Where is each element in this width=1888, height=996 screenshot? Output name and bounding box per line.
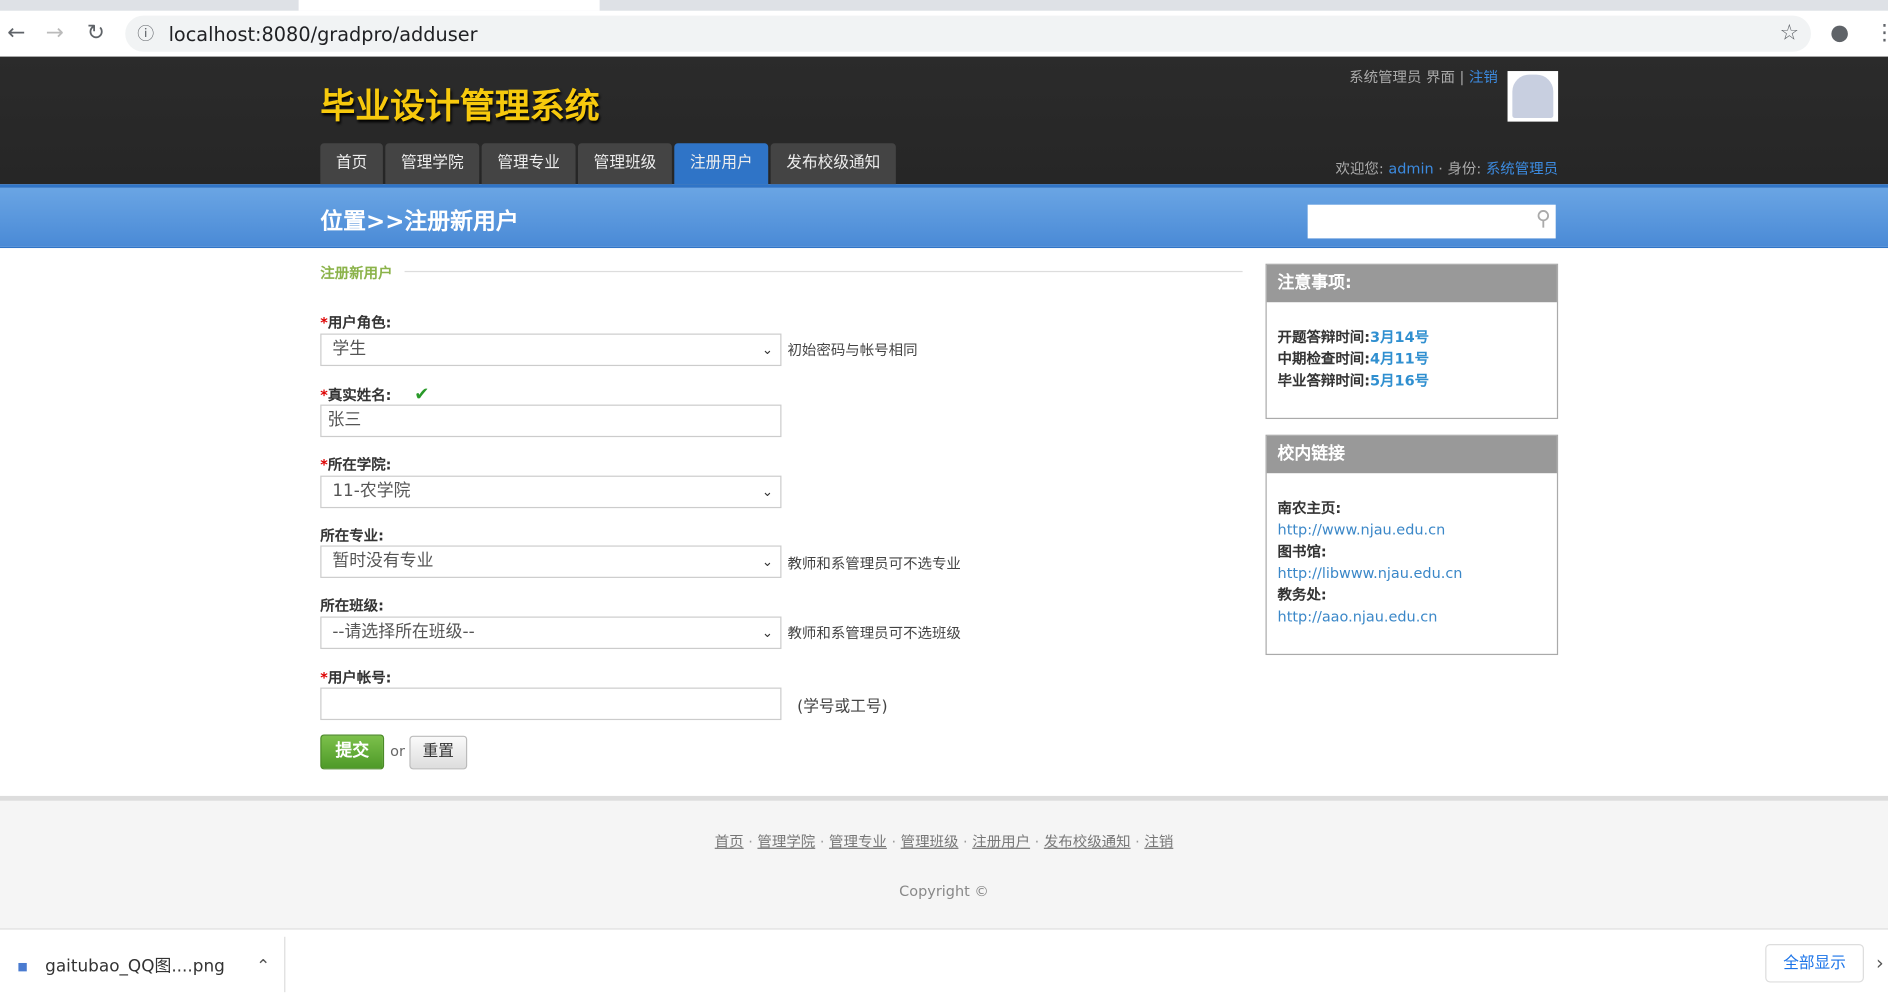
notice-item: 中期检查时间:4月11号 (1277, 350, 1430, 368)
njau-home-link[interactable]: http://www.njau.edu.cn (1278, 519, 1547, 541)
footer-link-notice[interactable]: 发布校级通知 (1044, 833, 1131, 850)
major-value: 暂时没有专业 (332, 551, 434, 571)
footer-link-logout[interactable]: 注销 (1144, 833, 1173, 850)
academic-affairs-link[interactable]: http://aao.njau.edu.cn (1278, 606, 1547, 628)
class-value: --请选择所在班级-- (332, 622, 475, 642)
main-nav: 首页 管理学院 管理专业 管理班级 注册用户 发布校级通知 (320, 143, 896, 185)
username-link[interactable]: admin (1388, 160, 1433, 177)
footer: 首页 · 管理学院 · 管理专业 · 管理班级 · 注册用户 · 发布校级通知 … (0, 795, 1888, 934)
footer-link-colleges[interactable]: 管理学院 (757, 833, 815, 850)
class-label: 所在班级: (320, 597, 384, 615)
more-menu-icon[interactable]: ⋮ (1874, 20, 1888, 45)
footer-link-classes[interactable]: 管理班级 (901, 833, 959, 850)
college-value: 11-农学院 (332, 481, 411, 501)
download-bar: ▪ gaitubao_QQ图....png ⌃ 全部显示 › (0, 928, 1888, 996)
url-text: localhost:8080/gradpro/adduser (168, 22, 478, 46)
notice-item: 毕业答辩时间:5月16号 (1277, 372, 1430, 389)
file-icon: ▪ (16, 957, 29, 977)
footer-link-home[interactable]: 首页 (715, 833, 744, 850)
search-input[interactable]: ⚲ (1307, 204, 1556, 239)
role-select[interactable]: 学生 ⌄ (320, 333, 782, 367)
role-label: *用户角色: (320, 314, 392, 332)
major-hint: 教师和系管理员可不选专业 (787, 555, 961, 572)
logout-link[interactable]: 注销 (1469, 69, 1498, 86)
identity-label: · 身份: (1438, 160, 1482, 178)
address-bar: ← → ↻ ⓘ localhost:8080/gradpro/adduser ☆… (0, 10, 1888, 57)
chevron-down-icon: ⌄ (761, 341, 774, 358)
account-input[interactable] (320, 687, 782, 721)
info-icon[interactable]: ⓘ (137, 22, 154, 46)
reload-icon[interactable]: ↻ (87, 20, 105, 45)
reset-button[interactable]: 重置 (409, 735, 468, 770)
nav-home[interactable]: 首页 (320, 143, 383, 185)
links-box: 校内链接 南农主页: http://www.njau.edu.cn 图书馆: h… (1265, 434, 1559, 656)
class-hint: 教师和系管理员可不选班级 (787, 624, 961, 642)
welcome-label: 欢迎您: (1335, 160, 1384, 178)
identity-link[interactable]: 系统管理员 (1486, 160, 1558, 177)
avatar (1507, 71, 1559, 122)
link-label: 南农主页: (1277, 499, 1342, 517)
welcome-text: 欢迎您: admin · 身份: 系统管理员 (1336, 158, 1559, 178)
chevron-down-icon: ⌄ (761, 624, 774, 641)
footer-link-majors[interactable]: 管理专业 (829, 833, 887, 850)
major-select[interactable]: 暂时没有专业 ⌄ (320, 545, 782, 578)
footer-links: 首页 · 管理学院 · 管理专业 · 管理班级 · 注册用户 · 发布校级通知 … (714, 833, 1174, 851)
submit-button[interactable]: 提交 (320, 734, 385, 770)
major-label: 所在专业: (320, 527, 384, 545)
download-item[interactable]: ▪ gaitubao_QQ图....png ⌃ (17, 954, 270, 978)
college-select[interactable]: 11-农学院 ⌄ (320, 475, 782, 509)
account-hint: (学号或工号) (797, 698, 888, 717)
nav-publish-notice[interactable]: 发布校级通知 (770, 143, 896, 185)
notice-item: 开题答辩时间:3月14号 (1277, 328, 1430, 346)
check-icon: ✔ (414, 382, 430, 405)
search-icon[interactable]: ⚲ (1536, 207, 1551, 231)
name-label: *真实姓名: (320, 386, 392, 404)
nav-colleges[interactable]: 管理学院 (385, 143, 480, 185)
nav-register-user[interactable]: 注册用户 (674, 143, 769, 185)
location-bar: 位置>>注册新用户 ⚲ (0, 184, 1888, 249)
divider (284, 936, 286, 993)
link-label: 教务处: (1277, 586, 1327, 604)
class-select[interactable]: --请选择所在班级-- ⌄ (320, 616, 782, 650)
profile-icon[interactable]: ● (1830, 20, 1849, 45)
chevron-down-icon: ⌄ (761, 553, 774, 570)
college-label: *所在学院: (320, 456, 392, 474)
account-label: *用户帐号: (320, 669, 392, 687)
top-right-links: 系统管理员 界面 | 注销 (1349, 68, 1498, 86)
nav-classes[interactable]: 管理班级 (578, 143, 672, 185)
nav-majors[interactable]: 管理专业 (481, 143, 576, 185)
chevron-down-icon: ⌄ (761, 484, 774, 500)
role-value: 学生 (332, 339, 367, 359)
link-label: 图书馆: (1277, 543, 1327, 560)
name-value: 张三 (327, 410, 362, 430)
divider (404, 270, 1243, 273)
download-filename: gaitubao_QQ图....png (45, 957, 225, 977)
links-title: 校内链接 (1266, 435, 1557, 474)
library-link[interactable]: http://libwww.njau.edu.cn (1278, 562, 1547, 584)
chevron-up-icon[interactable]: ⌃ (256, 957, 270, 976)
or-text: or (390, 742, 405, 760)
site-header: 毕业设计管理系统 系统管理员 界面 | 注销 首页 管理学院 管理专业 管理班级… (0, 56, 1888, 185)
notice-title: 注意事项: (1266, 264, 1557, 303)
browser-tab-strip (0, 0, 1888, 11)
url-input[interactable]: ⓘ localhost:8080/gradpro/adduser (125, 15, 1811, 52)
role-hint: 初始密码与帐号相同 (787, 341, 918, 359)
breadcrumb: 位置>>注册新用户 (320, 208, 519, 235)
section-title: 注册新用户 (320, 264, 393, 282)
browser-tab[interactable] (298, 0, 600, 11)
close-icon[interactable]: › (1876, 951, 1884, 974)
show-all-button[interactable]: 全部显示 (1765, 944, 1864, 983)
bookmark-star-icon[interactable]: ☆ (1780, 20, 1799, 45)
forward-icon[interactable]: → (46, 20, 64, 45)
notice-box: 注意事项: 开题答辩时间:3月14号 中期检查时间:4月11号 毕业答辩时间:5… (1265, 263, 1559, 420)
back-icon[interactable]: ← (7, 20, 25, 45)
name-input[interactable]: 张三 (320, 404, 782, 438)
site-logo: 毕业设计管理系统 (320, 85, 600, 127)
role-text: 系统管理员 界面 (1349, 68, 1455, 86)
copyright: Copyright © (899, 882, 989, 900)
footer-link-register[interactable]: 注册用户 (972, 833, 1030, 850)
